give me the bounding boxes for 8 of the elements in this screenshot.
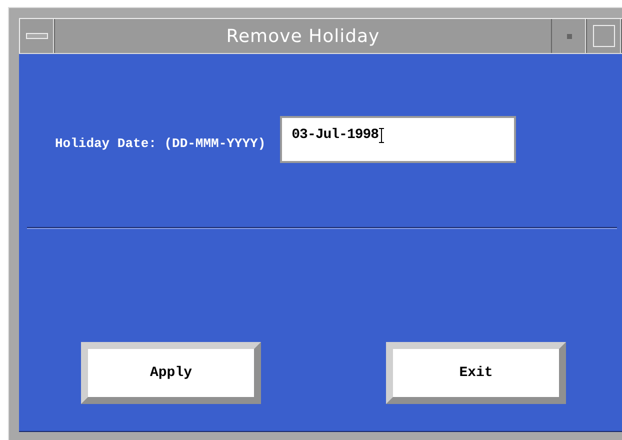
field-label: Holiday Date: (DD-MMM-YYYY)	[55, 136, 266, 151]
text-cursor-icon	[378, 128, 384, 143]
exit-button[interactable]: Exit	[386, 342, 566, 404]
date-input-field[interactable]: 03-Jul-1998	[280, 116, 516, 163]
apply-button[interactable]: Apply	[81, 342, 261, 404]
window-title: Remove Holiday	[55, 19, 552, 53]
square-icon	[593, 25, 615, 47]
minus-icon	[26, 33, 48, 39]
